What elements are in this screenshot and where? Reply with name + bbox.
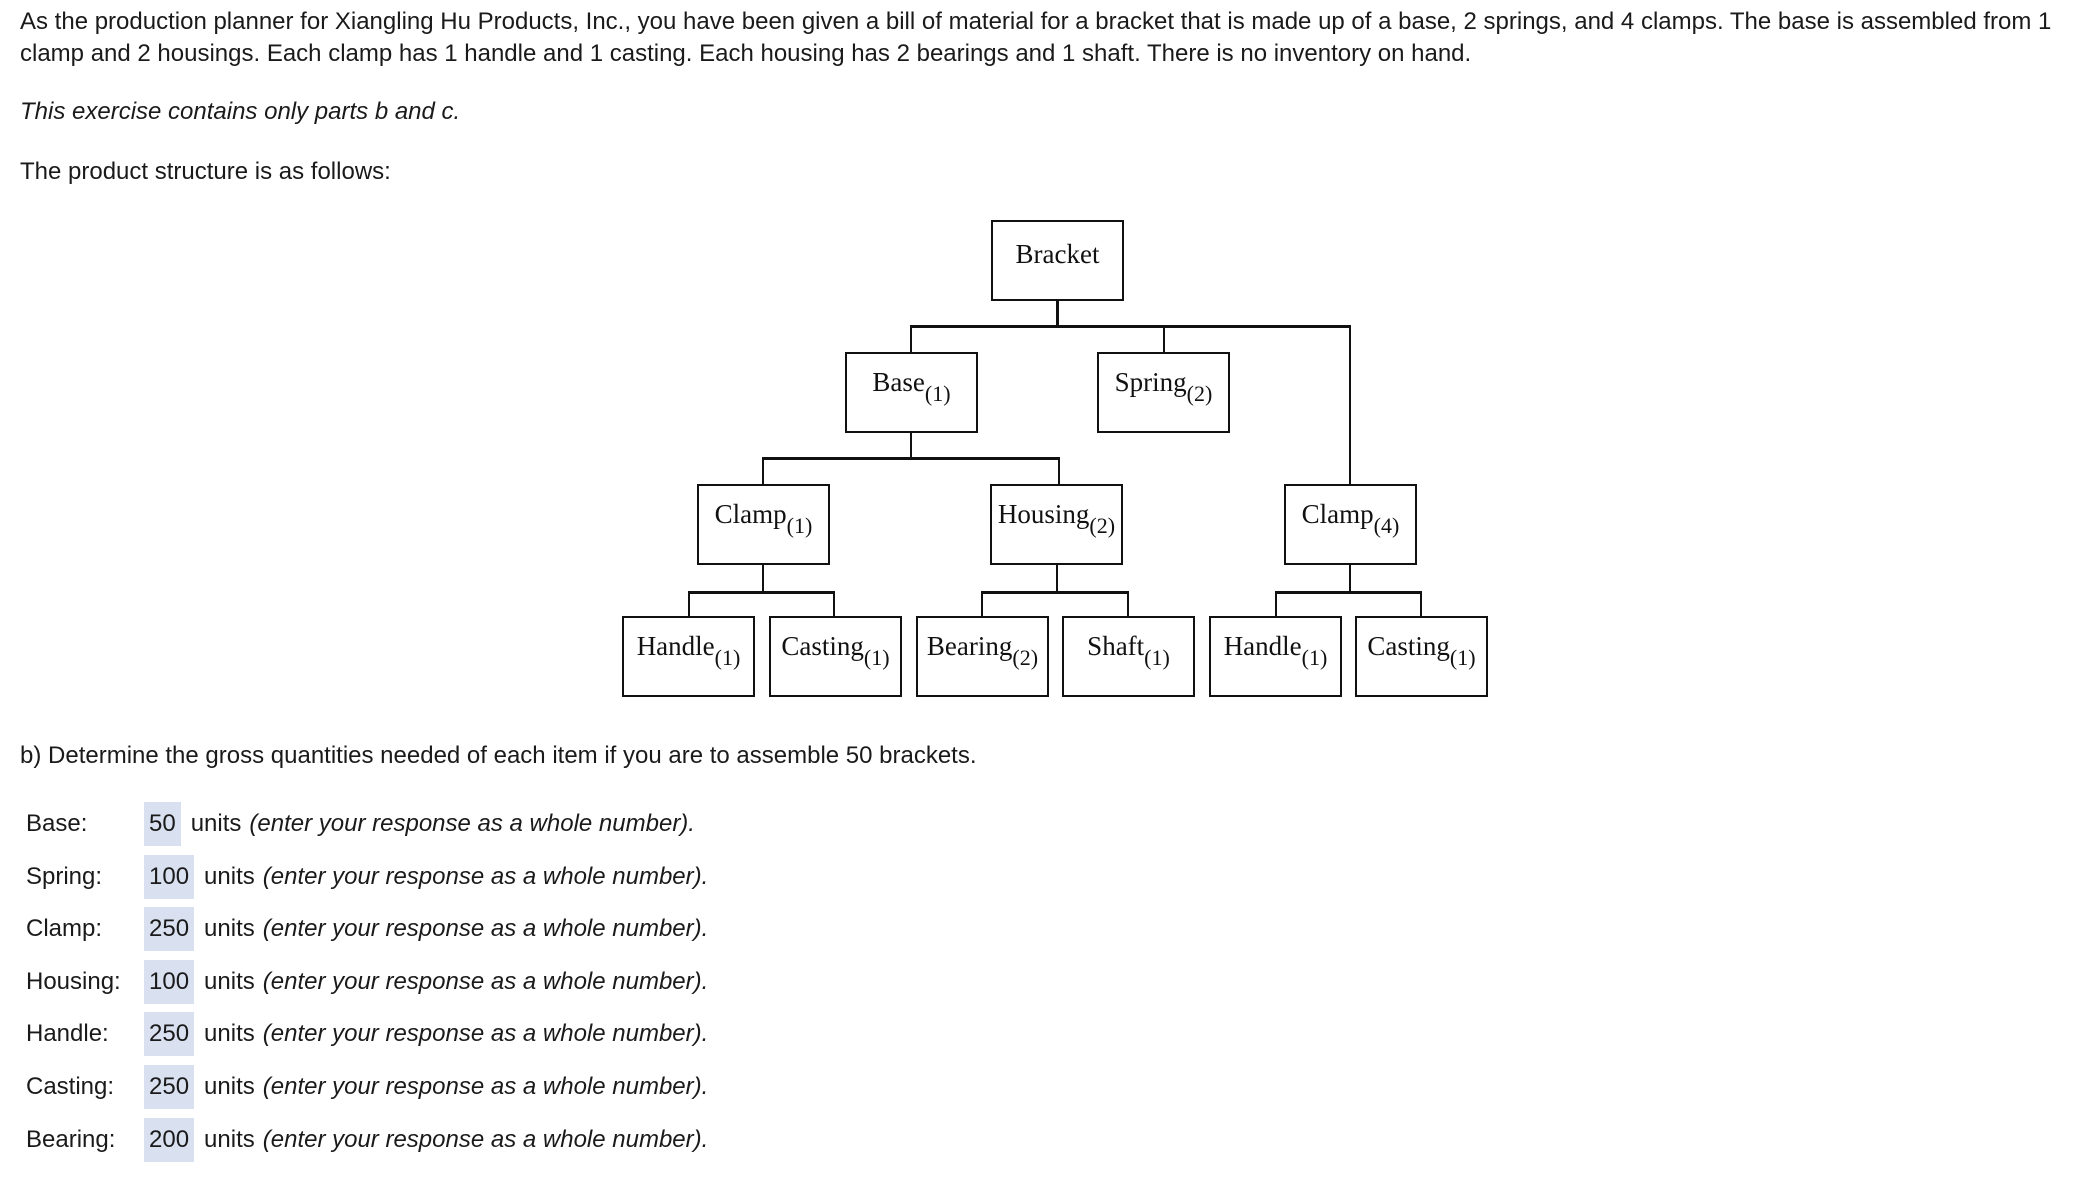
node-qty: (1): [1144, 644, 1170, 670]
answer-row-handle: Handle: 250 units (enter your response a…: [26, 1012, 708, 1056]
node-label: Handle: [1223, 630, 1302, 661]
node-label: Handle: [636, 630, 715, 661]
hint-text: (enter your response as a whole number).: [262, 1020, 709, 1047]
units-label: units: [204, 1073, 255, 1100]
units-label: units: [204, 968, 255, 995]
connector: [1127, 591, 1129, 616]
units-label: units: [204, 1020, 255, 1047]
structure-label: The product structure is as follows:: [20, 158, 391, 185]
exercise-note: This exercise contains only parts b and …: [20, 98, 461, 125]
units-label: units: [190, 810, 242, 837]
item-label: Housing:: [26, 968, 121, 995]
answer-row-casting: Casting: 250 units (enter your response …: [26, 1065, 708, 1109]
node-clamp-base: Clamp(1): [697, 484, 830, 565]
connector: [833, 591, 835, 616]
answer-field-handle[interactable]: 250: [144, 1012, 195, 1056]
connector: [762, 564, 764, 592]
node-handle-2: Handle(1): [1209, 616, 1342, 697]
node-qty: (1): [714, 644, 741, 670]
node-label: Shaft: [1087, 630, 1145, 661]
node-qty: (2): [1012, 644, 1039, 670]
problem-intro: As the production planner for Xiangling …: [20, 8, 2052, 67]
node-label: Clamp: [714, 498, 787, 529]
answer-field-spring[interactable]: 100: [144, 855, 195, 899]
answer-row-base: Base: 50 units (enter your response as a…: [26, 802, 695, 846]
hint-text: (enter your response as a whole number).: [249, 810, 695, 837]
hint-text: (enter your response as a whole number).: [262, 863, 709, 890]
connector: [910, 432, 912, 458]
node-bracket: Bracket: [991, 220, 1124, 301]
node-label: Bearing: [926, 630, 1013, 661]
connector: [1056, 564, 1058, 592]
item-label: Base:: [26, 810, 88, 837]
node-label: Clamp: [1301, 498, 1374, 529]
item-label: Casting:: [26, 1073, 115, 1100]
node-qty: (1): [924, 380, 951, 406]
answer-row-housing: Housing: 100 units (enter your response …: [26, 960, 708, 1004]
node-qty: (1): [863, 644, 890, 670]
node-clamp-bracket: Clamp(4): [1284, 484, 1417, 565]
node-base: Base(1): [845, 352, 978, 433]
node-qty: (1): [786, 512, 813, 538]
node-qty: (1): [1301, 644, 1328, 670]
answer-row-clamp: Clamp: 250 units (enter your response as…: [26, 907, 708, 951]
hint-text: (enter your response as a whole number).: [262, 915, 709, 942]
item-label: Clamp:: [26, 915, 103, 942]
node-label: Spring: [1114, 366, 1187, 397]
connector: [1163, 325, 1165, 352]
hint-text: (enter your response as a whole number).: [262, 968, 709, 995]
node-label: Bracket: [1015, 239, 1100, 269]
connector: [1420, 591, 1422, 616]
units-label: units: [204, 915, 255, 942]
part-b-prompt: b) Determine the gross quantities needed…: [20, 742, 977, 769]
node-housing: Housing(2): [990, 484, 1123, 565]
node-label: Casting: [781, 630, 864, 661]
connector: [762, 457, 764, 484]
answer-field-base[interactable]: 50: [144, 802, 181, 846]
node-qty: (2): [1186, 380, 1213, 406]
node-spring: Spring(2): [1097, 352, 1230, 433]
item-label: Handle:: [26, 1020, 109, 1047]
connector: [1349, 325, 1351, 484]
node-label: Casting: [1367, 630, 1450, 661]
connector: [981, 591, 983, 616]
units-label: units: [204, 1126, 255, 1153]
answer-field-casting[interactable]: 250: [144, 1065, 195, 1109]
hint-text: (enter your response as a whole number).: [262, 1126, 709, 1153]
answer-row-spring: Spring: 100 units (enter your response a…: [26, 855, 708, 899]
item-label: Bearing:: [26, 1126, 116, 1153]
node-label: Housing: [997, 498, 1090, 529]
node-casting-1: Casting(1): [769, 616, 902, 697]
item-label: Spring:: [26, 863, 103, 890]
answer-field-bearing[interactable]: 200: [144, 1118, 195, 1162]
units-label: units: [204, 863, 255, 890]
connector: [1056, 300, 1059, 326]
connector: [981, 591, 1128, 594]
connector: [910, 325, 1351, 328]
node-handle-1: Handle(1): [622, 616, 755, 697]
connector: [688, 591, 690, 616]
node-qty: (4): [1373, 512, 1400, 538]
node-shaft: Shaft(1): [1062, 616, 1195, 697]
node-casting-2: Casting(1): [1355, 616, 1488, 697]
node-qty: (2): [1089, 512, 1116, 538]
connector: [1275, 591, 1277, 616]
node-qty: (1): [1449, 644, 1476, 670]
answer-field-clamp[interactable]: 250: [144, 907, 195, 951]
hint-text: (enter your response as a whole number).: [262, 1073, 709, 1100]
connector: [1349, 564, 1351, 592]
answer-field-housing[interactable]: 100: [144, 960, 195, 1004]
connector: [1275, 591, 1422, 594]
connector: [910, 325, 912, 352]
connector: [1058, 457, 1060, 484]
connector: [688, 591, 835, 594]
node-label: Base: [872, 366, 925, 397]
node-bearing: Bearing(2): [916, 616, 1049, 697]
answer-row-bearing: Bearing: 200 units (enter your response …: [26, 1118, 708, 1162]
connector: [762, 457, 1060, 460]
